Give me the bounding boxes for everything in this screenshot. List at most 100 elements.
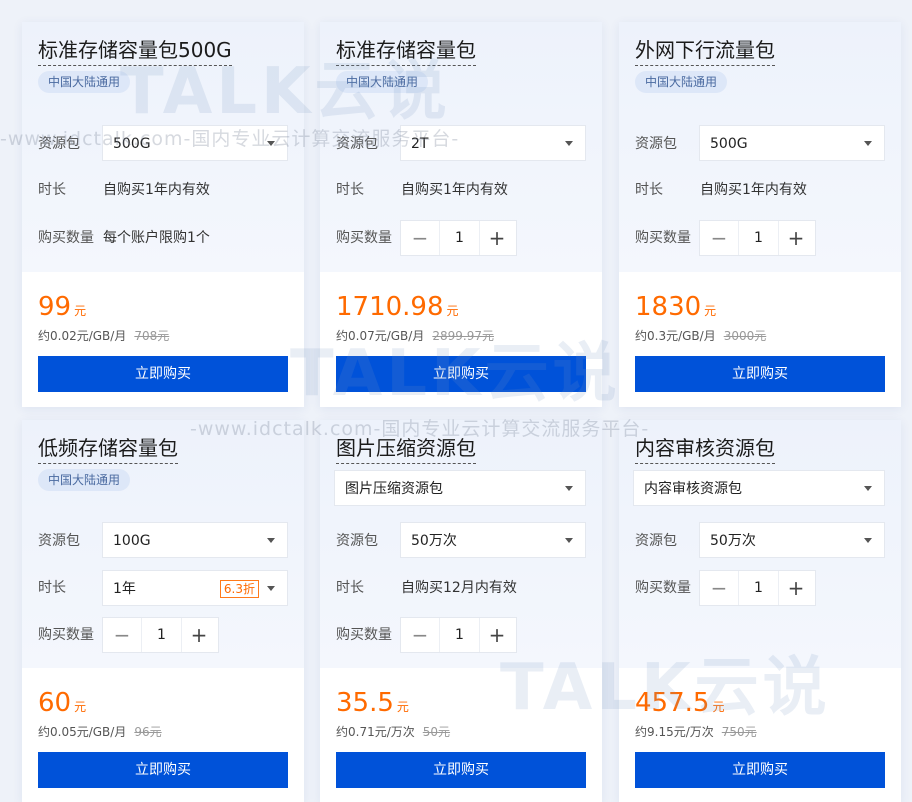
- package-select-value: 500G: [113, 136, 151, 152]
- type-select[interactable]: 图片压缩资源包: [334, 470, 586, 506]
- plus-icon[interactable]: +: [777, 221, 815, 255]
- price: 99 元: [38, 290, 86, 324]
- quantity-stepper[interactable]: − 1 +: [400, 220, 517, 256]
- package-select[interactable]: 2T: [400, 125, 586, 161]
- card-standard-storage: 标准存储容量包 中国大陆通用 资源包 2T 时长 自购买1年内有效 购买数量 −…: [320, 22, 602, 407]
- price: 1830 元: [635, 290, 716, 324]
- duration-label: 时长: [38, 580, 66, 596]
- quantity-label: 购买数量: [336, 230, 392, 246]
- quantity-stepper[interactable]: − 1 +: [400, 617, 517, 653]
- unit-price: 约0.71元/万次: [336, 725, 415, 739]
- price-meta: 约0.71元/万次 50元: [336, 723, 450, 740]
- price-value: 1710.98: [336, 292, 444, 322]
- caret-down-icon: [267, 538, 275, 543]
- quantity-value[interactable]: 1: [738, 221, 779, 255]
- price-unit: 元: [446, 304, 459, 318]
- price-meta: 约0.05元/GB/月 96元: [38, 723, 162, 740]
- quantity-value[interactable]: 1: [439, 618, 480, 652]
- duration-label: 时长: [336, 580, 364, 596]
- package-label: 资源包: [635, 136, 677, 152]
- quantity-label: 购买数量: [336, 627, 392, 643]
- card-title[interactable]: 低频存储容量包: [38, 434, 178, 464]
- original-price: 708元: [134, 329, 170, 343]
- original-price: 96元: [134, 725, 162, 739]
- plus-icon[interactable]: +: [478, 221, 516, 255]
- duration-text: 自购买1年内有效: [700, 182, 807, 198]
- minus-icon[interactable]: −: [401, 618, 439, 652]
- plus-icon[interactable]: +: [180, 618, 218, 652]
- type-select[interactable]: 内容审核资源包: [633, 470, 885, 506]
- minus-icon[interactable]: −: [103, 618, 141, 652]
- package-select-value: 500G: [710, 136, 748, 152]
- region-tag: 中国大陆通用: [336, 71, 429, 93]
- minus-icon[interactable]: −: [700, 571, 738, 605]
- package-select[interactable]: 50万次: [699, 522, 885, 558]
- minus-icon[interactable]: −: [700, 221, 738, 255]
- quantity-stepper[interactable]: − 1 +: [699, 220, 816, 256]
- duration-label: 时长: [336, 182, 364, 198]
- quantity-label: 购买数量: [635, 230, 691, 246]
- quantity-stepper[interactable]: − 1 +: [102, 617, 219, 653]
- duration-text: 自购买1年内有效: [401, 182, 508, 198]
- duration-label: 时长: [38, 182, 66, 198]
- type-select-value: 图片压缩资源包: [345, 481, 443, 497]
- original-price: 3000元: [723, 329, 767, 343]
- package-select[interactable]: 500G: [102, 125, 288, 161]
- caret-down-icon: [565, 538, 573, 543]
- buy-now-button[interactable]: 立即购买: [336, 356, 586, 392]
- package-label: 资源包: [38, 136, 80, 152]
- caret-down-icon: [864, 538, 872, 543]
- region-tag: 中国大陆通用: [38, 71, 131, 93]
- package-select[interactable]: 500G: [699, 125, 885, 161]
- price: 457.5 元: [635, 686, 724, 720]
- package-select[interactable]: 100G: [102, 522, 288, 558]
- quantity-value[interactable]: 1: [738, 571, 779, 605]
- quantity-label: 购买数量: [38, 627, 94, 643]
- buy-now-button[interactable]: 立即购买: [38, 356, 288, 392]
- quantity-value[interactable]: 1: [141, 618, 182, 652]
- package-select-value: 50万次: [710, 533, 756, 549]
- duration-label: 时长: [635, 182, 663, 198]
- price-unit: 元: [74, 304, 87, 318]
- quantity-label: 购买数量: [635, 580, 691, 596]
- card-title[interactable]: 标准存储容量包500G: [38, 36, 232, 66]
- unit-price: 约0.3元/GB/月: [635, 329, 716, 343]
- price-value: 457.5: [635, 688, 710, 718]
- quantity-label: 购买数量: [38, 230, 94, 246]
- card-standard-storage-500g: 标准存储容量包500G 中国大陆通用 资源包 500G 时长 自购买1年内有效 …: [22, 22, 304, 407]
- buy-now-button[interactable]: 立即购买: [635, 752, 885, 788]
- quantity-stepper[interactable]: − 1 +: [699, 570, 816, 606]
- caret-down-icon: [267, 141, 275, 146]
- minus-icon[interactable]: −: [401, 221, 439, 255]
- package-label: 资源包: [38, 533, 80, 549]
- package-select[interactable]: 50万次: [400, 522, 586, 558]
- discount-badge: 6.3折: [219, 580, 259, 598]
- card-title[interactable]: 标准存储容量包: [336, 36, 476, 66]
- price-meta: 约0.3元/GB/月 3000元: [635, 327, 766, 344]
- card-image-compression: 图片压缩资源包 图片压缩资源包 资源包 50万次 时长 自购买12月内有效 购买…: [320, 420, 602, 802]
- card-title[interactable]: 图片压缩资源包: [336, 434, 476, 464]
- price-unit: 元: [396, 700, 409, 714]
- price-unit: 元: [712, 700, 725, 714]
- package-select-value: 50万次: [411, 533, 457, 549]
- card-title[interactable]: 外网下行流量包: [635, 36, 775, 66]
- original-price: 750元: [721, 725, 757, 739]
- duration-text: 自购买1年内有效: [103, 182, 210, 198]
- package-label: 资源包: [635, 533, 677, 549]
- quantity-limit-text: 每个账户限购1个: [103, 230, 210, 246]
- price-meta: 约9.15元/万次 750元: [635, 723, 757, 740]
- card-title[interactable]: 内容审核资源包: [635, 434, 775, 464]
- region-tag: 中国大陆通用: [635, 71, 728, 93]
- quantity-value[interactable]: 1: [439, 221, 480, 255]
- buy-now-button[interactable]: 立即购买: [38, 752, 288, 788]
- unit-price: 约0.02元/GB/月: [38, 329, 127, 343]
- card-content-moderation: 内容审核资源包 内容审核资源包 资源包 50万次 购买数量 − 1 + 457.…: [619, 420, 901, 802]
- buy-now-button[interactable]: 立即购买: [635, 356, 885, 392]
- card-outbound-traffic: 外网下行流量包 中国大陆通用 资源包 500G 时长 自购买1年内有效 购买数量…: [619, 22, 901, 407]
- price-value: 1830: [635, 292, 702, 322]
- buy-now-button[interactable]: 立即购买: [336, 752, 586, 788]
- plus-icon[interactable]: +: [777, 571, 815, 605]
- package-select-value: 2T: [411, 136, 429, 152]
- duration-select[interactable]: 1年 6.3折: [102, 570, 288, 606]
- plus-icon[interactable]: +: [478, 618, 516, 652]
